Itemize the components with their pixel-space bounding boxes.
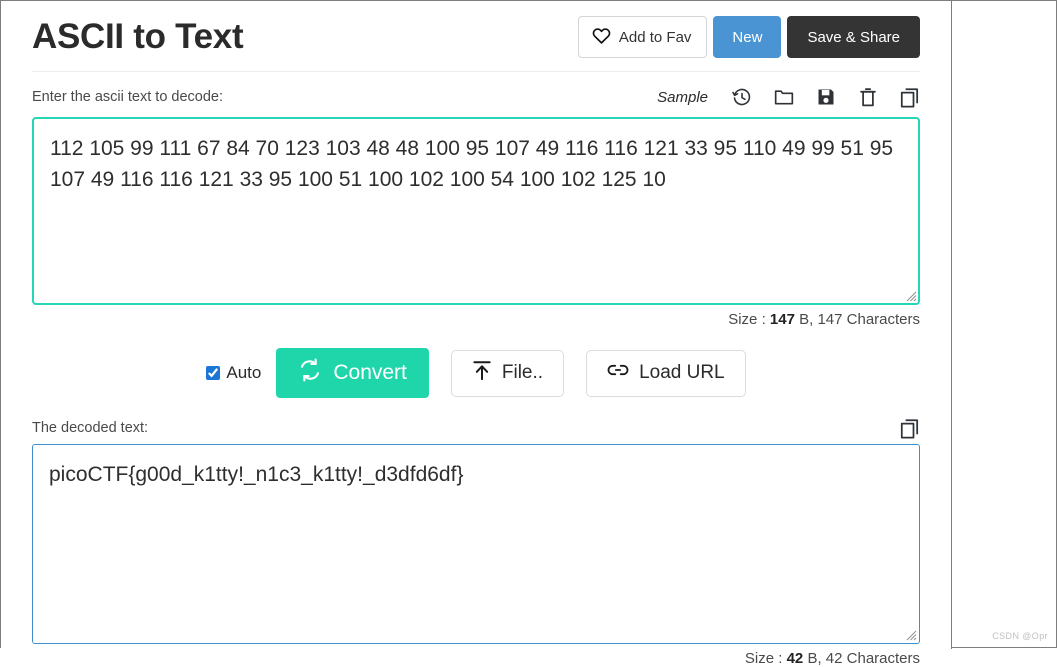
input-label-row: Enter the ascii text to decode: Sample (32, 77, 920, 117)
input-size-bytes: 147 (769, 311, 795, 328)
input-textarea-wrapper (32, 117, 920, 305)
input-label: Enter the ascii text to decode: (32, 89, 224, 105)
output-textarea-wrapper (32, 444, 920, 644)
auto-checkbox[interactable] (206, 366, 221, 380)
input-toolbar: Sample (657, 87, 920, 107)
new-button[interactable]: New (713, 16, 782, 58)
decoded-output-textarea[interactable] (32, 444, 920, 644)
header-divider (32, 71, 920, 72)
link-icon (607, 362, 629, 384)
copy-icon[interactable] (900, 418, 920, 438)
add-to-fav-label: Add to Fav (618, 28, 692, 46)
output-label: The decoded text: (32, 420, 149, 436)
add-to-fav-button[interactable]: Add to Fav (577, 16, 708, 58)
page-title: ASCII to Text (32, 17, 244, 56)
app-header: ASCII to Text Add to Fav New Save & Shar… (32, 1, 920, 63)
save-icon[interactable] (816, 87, 836, 107)
convert-button[interactable]: Convert (276, 348, 429, 398)
save-and-share-button[interactable]: Save & Share (787, 16, 920, 58)
auto-checkbox-group[interactable]: Auto (206, 363, 261, 383)
copy-icon[interactable] (900, 87, 920, 107)
heart-icon (592, 27, 611, 48)
load-url-label: Load URL (639, 362, 725, 383)
action-bar: Auto Convert File.. Load URL (32, 348, 920, 398)
page-frame: ASCII to Text Add to Fav New Save & Shar… (0, 0, 1057, 667)
output-size-prefix: Size : (744, 650, 787, 667)
upload-icon (472, 360, 492, 387)
history-icon[interactable] (732, 87, 752, 107)
file-button[interactable]: File.. (450, 349, 565, 397)
ascii-input-textarea[interactable] (32, 117, 920, 305)
sample-link[interactable]: Sample (657, 89, 708, 106)
sync-icon (298, 358, 322, 388)
output-size-row: Size : 42 B, 42 Characters (32, 644, 920, 667)
auto-label: Auto (226, 363, 262, 382)
input-size-prefix: Size : (728, 311, 770, 328)
convert-label: Convert (333, 361, 407, 384)
watermark: CSDN @Opr (992, 631, 1048, 641)
output-size-suffix: B, 42 Characters (803, 650, 920, 667)
output-size-bytes: 42 (786, 650, 804, 667)
output-label-row: The decoded text: (32, 412, 920, 444)
app-content: ASCII to Text Add to Fav New Save & Shar… (1, 1, 952, 667)
header-actions: Add to Fav New Save & Share (577, 16, 920, 58)
trash-icon[interactable] (858, 87, 878, 107)
folder-icon[interactable] (774, 87, 794, 107)
load-url-button[interactable]: Load URL (586, 349, 746, 397)
input-size-row: Size : 147 B, 147 Characters (32, 305, 920, 328)
file-label: File.. (501, 362, 544, 383)
input-size-suffix: B, 147 Characters (794, 311, 920, 328)
